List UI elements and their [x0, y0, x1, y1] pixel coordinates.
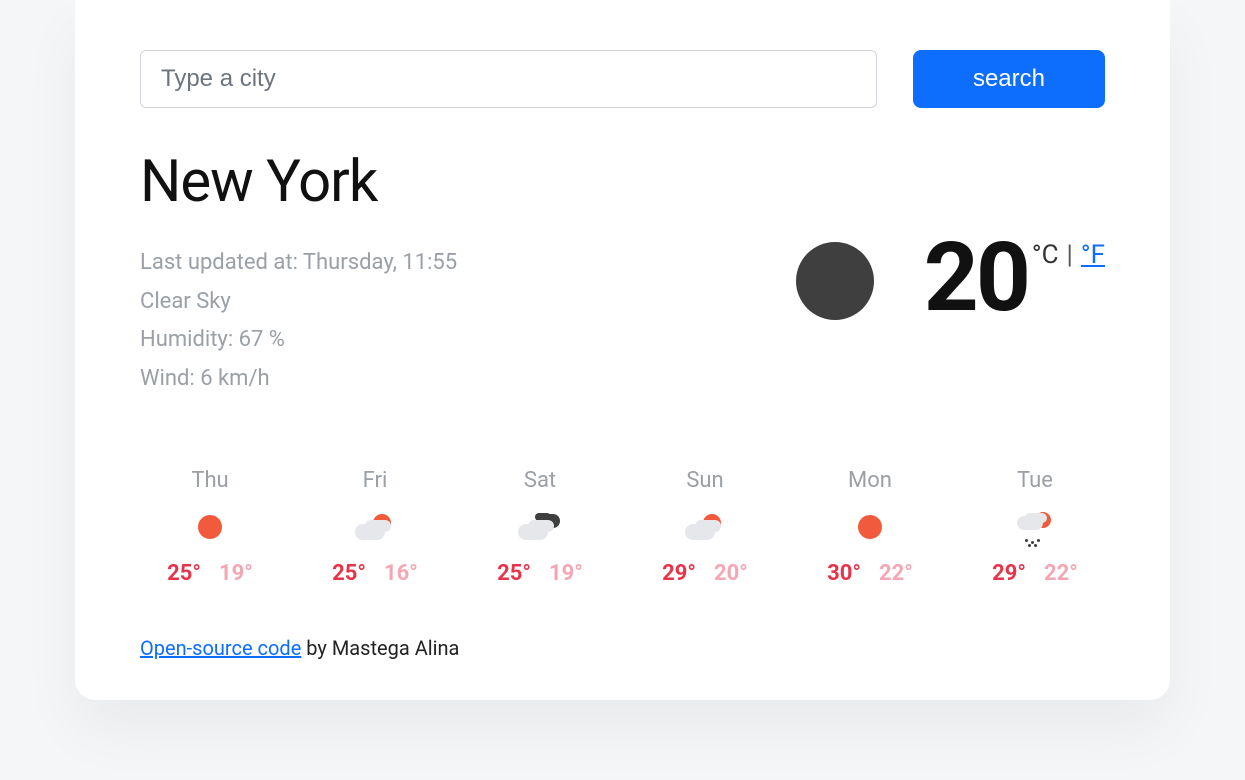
- temp-block: 20 °C | °F: [924, 238, 1105, 320]
- cloud-sun-icon: [351, 513, 399, 541]
- city-input[interactable]: [140, 50, 877, 108]
- forecast-day: Mon 30° 22°: [810, 468, 930, 586]
- forecast-temps: 25° 19°: [167, 561, 253, 586]
- forecast-day-label: Mon: [848, 468, 892, 493]
- forecast-lo: 16°: [384, 561, 418, 586]
- sun-icon: [186, 513, 234, 541]
- forecast-lo: 22°: [879, 561, 913, 586]
- footer-author: by Mastega Alina: [301, 636, 459, 660]
- unit-celsius: °C: [1032, 240, 1059, 270]
- open-source-link[interactable]: Open-source code: [140, 636, 301, 660]
- forecast-lo: 22°: [1044, 561, 1078, 586]
- search-row: search: [140, 50, 1105, 108]
- forecast-lo: 19°: [549, 561, 583, 586]
- forecast-hi: 25°: [497, 561, 531, 586]
- forecast-day-label: Thu: [191, 468, 228, 493]
- unit-separator: |: [1067, 240, 1073, 270]
- forecast-hi: 30°: [827, 561, 861, 586]
- condition-text: Clear Sky: [140, 283, 796, 322]
- wind-text: Wind: 6 km/h: [140, 360, 796, 399]
- current-temp-value: 20: [924, 238, 1028, 320]
- cloudy-icon: [516, 513, 564, 541]
- last-updated-text: Last updated at: Thursday, 11:55: [140, 244, 796, 283]
- forecast-temps: 29° 22°: [992, 561, 1078, 586]
- forecast-hi: 25°: [332, 561, 366, 586]
- forecast-day-label: Sat: [524, 468, 556, 493]
- unit-fahrenheit-link[interactable]: °F: [1081, 240, 1105, 270]
- search-button[interactable]: search: [913, 50, 1105, 108]
- forecast-day-label: Tue: [1017, 468, 1053, 493]
- sun-icon: [846, 513, 894, 541]
- footer-credit: Open-source code by Mastega Alina: [140, 636, 1105, 660]
- cloud-sun-icon: [681, 513, 729, 541]
- forecast-day: Sun 29° 20°: [645, 468, 765, 586]
- forecast-hi: 29°: [662, 561, 696, 586]
- forecast-hi: 29°: [992, 561, 1026, 586]
- weather-card: search New York Last updated at: Thursda…: [75, 0, 1170, 700]
- unit-toggle: °C | °F: [1032, 240, 1105, 270]
- forecast-day-label: Sun: [686, 468, 723, 493]
- forecast-day: Sat 25° 19°: [480, 468, 600, 586]
- forecast-lo: 20°: [714, 561, 748, 586]
- forecast-row: Thu 25° 19° Fri 25° 16° Sat 25° 19°: [140, 468, 1105, 586]
- rain-sun-icon: [1011, 513, 1059, 541]
- current-weather-icon: [796, 242, 874, 320]
- current-details: New York Last updated at: Thursday, 11:5…: [140, 148, 796, 398]
- current-meta: Last updated at: Thursday, 11:55 Clear S…: [140, 244, 796, 398]
- current-weather-row: New York Last updated at: Thursday, 11:5…: [140, 148, 1105, 398]
- forecast-temps: 29° 20°: [662, 561, 748, 586]
- forecast-day: Thu 25° 19°: [150, 468, 270, 586]
- forecast-day-label: Fri: [363, 468, 388, 493]
- forecast-day: Tue 29° 22°: [975, 468, 1095, 586]
- forecast-temps: 30° 22°: [827, 561, 913, 586]
- current-temp-block: 20 °C | °F: [796, 148, 1105, 320]
- forecast-day: Fri 25° 16°: [315, 468, 435, 586]
- city-name: New York: [140, 148, 796, 216]
- forecast-lo: 19°: [219, 561, 253, 586]
- humidity-text: Humidity: 67 %: [140, 321, 796, 360]
- forecast-hi: 25°: [167, 561, 201, 586]
- forecast-temps: 25° 16°: [332, 561, 418, 586]
- forecast-temps: 25° 19°: [497, 561, 583, 586]
